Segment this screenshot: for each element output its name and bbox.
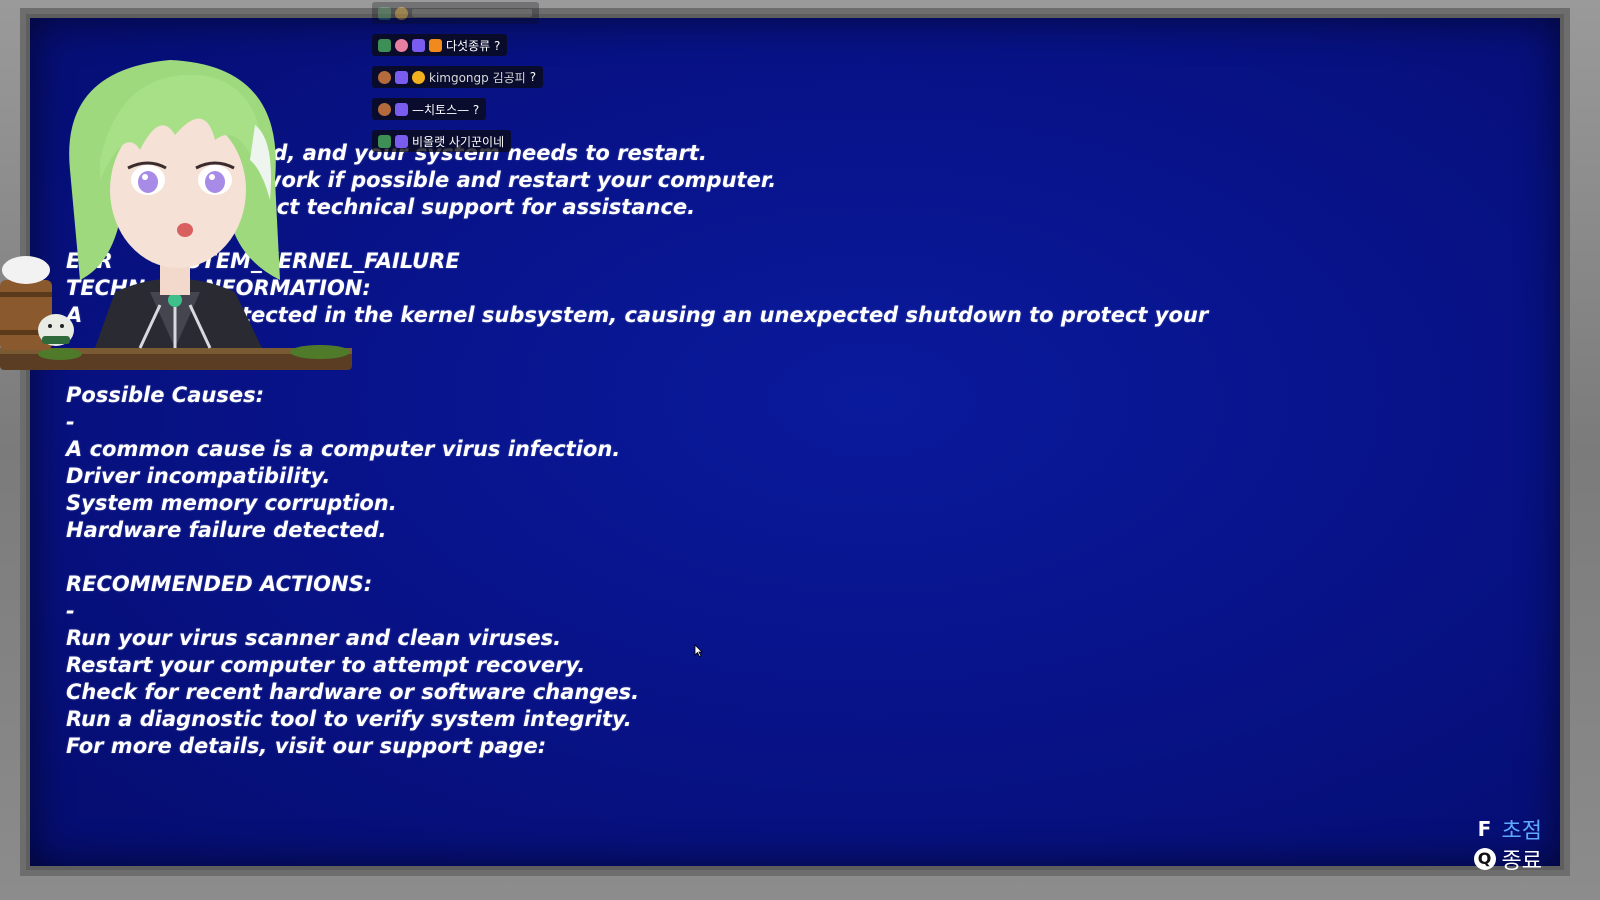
quit-label: 종료 bbox=[1501, 849, 1542, 874]
action-item: Restart your computer to attempt recover… bbox=[66, 653, 586, 677]
badge-icon bbox=[395, 38, 408, 52]
chat-overlay: 다섯종류 ? kimgongp 김공피 ? —치토스— ? 비올랫 사기꾼이네 bbox=[372, 2, 544, 162]
key-hints: F 초점 Q 종료 bbox=[1473, 814, 1542, 874]
badge-icon bbox=[378, 70, 391, 84]
action-item: Check for recent hardware or software ch… bbox=[66, 680, 640, 704]
focus-hint[interactable]: F 초점 bbox=[1474, 814, 1542, 844]
q-key-icon: Q bbox=[1473, 848, 1496, 870]
badge-icon bbox=[378, 102, 391, 116]
badge-icon bbox=[395, 6, 408, 20]
chat-message: 다섯종류 ? bbox=[372, 34, 508, 56]
chat-message: kimgongp 김공피 ? bbox=[372, 66, 544, 88]
cause-item: Hardware failure detected. bbox=[66, 518, 387, 542]
actions-dash: - bbox=[66, 599, 75, 623]
cause-item: A common cause is a computer virus infec… bbox=[66, 437, 621, 461]
heart-badge-icon bbox=[395, 70, 408, 84]
badge-icon bbox=[378, 6, 391, 20]
badge-icon bbox=[412, 70, 425, 84]
heart-badge-icon bbox=[395, 134, 408, 148]
focus-label: 초점 bbox=[1501, 819, 1542, 844]
cause-item: System memory corruption. bbox=[66, 491, 397, 515]
chat-text: 비올랫 사기꾼이네 bbox=[412, 134, 505, 149]
f-key-icon: F bbox=[1477, 817, 1492, 841]
vtuber-avatar-icon bbox=[0, 60, 352, 370]
chat-message: 비올랫 사기꾼이네 bbox=[372, 130, 512, 152]
causes-dash: - bbox=[66, 410, 75, 434]
mouse-cursor-icon bbox=[694, 644, 703, 657]
badge-icon bbox=[378, 38, 391, 52]
badge-icon bbox=[378, 134, 391, 148]
chat-text: —치토스— ? bbox=[412, 102, 480, 117]
badge-icon bbox=[429, 38, 442, 52]
action-item: For more details, visit our support page… bbox=[66, 734, 547, 758]
action-item: Run your virus scanner and clean viruses… bbox=[66, 626, 562, 650]
quit-hint[interactable]: Q 종료 bbox=[1473, 844, 1542, 874]
badge-icon bbox=[412, 38, 425, 52]
chat-text: 다섯종류 ? bbox=[446, 38, 501, 53]
chat-message: —치토스— ? bbox=[372, 98, 487, 120]
heart-badge-icon bbox=[395, 102, 408, 116]
chat-message bbox=[372, 2, 539, 24]
chat-text: ? bbox=[529, 70, 537, 84]
cause-item: Driver incompatibility. bbox=[66, 464, 331, 488]
recommended-actions-title: RECOMMENDED ACTIONS: bbox=[66, 572, 373, 596]
chat-username: kimgongp 김공피 bbox=[429, 70, 526, 85]
action-item: Run a diagnostic tool to verify system i… bbox=[66, 707, 632, 731]
